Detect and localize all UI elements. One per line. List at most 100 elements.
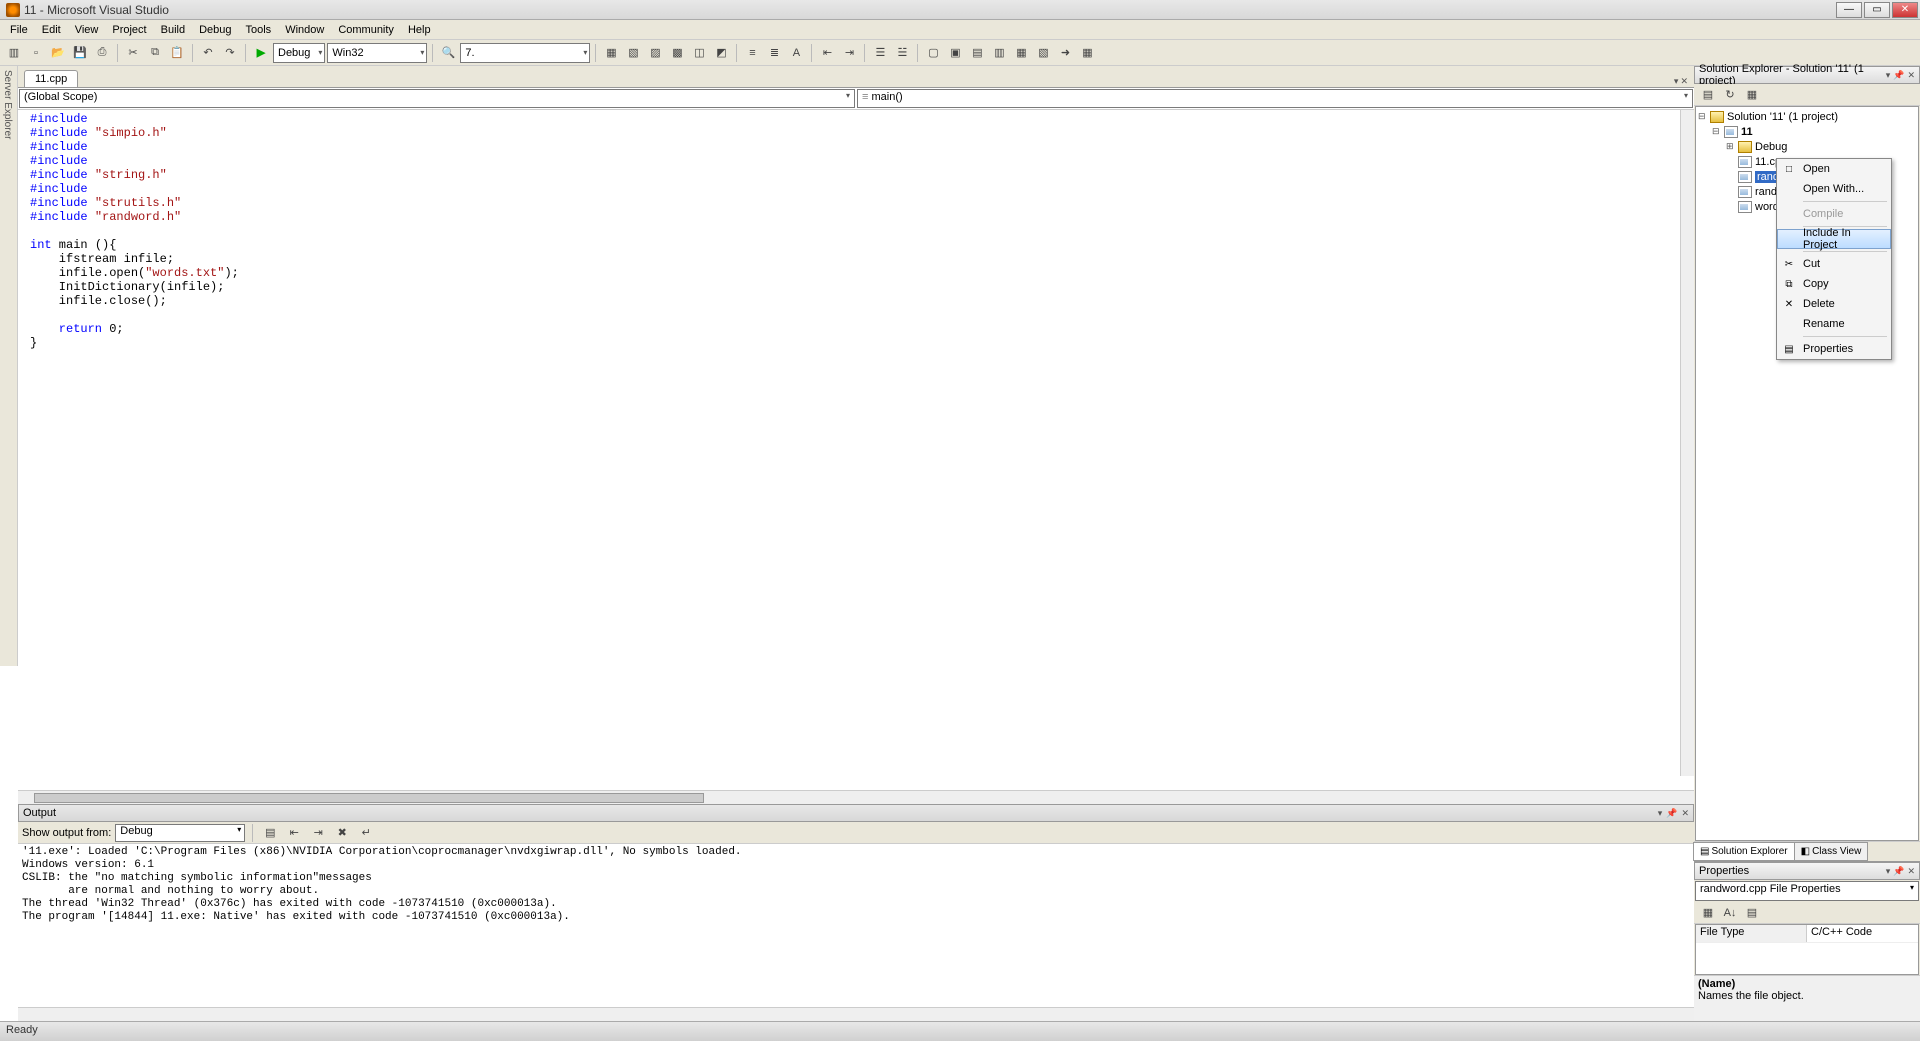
output-close-icon[interactable]: ✕ (1681, 808, 1689, 819)
menu-window[interactable]: Window (279, 22, 330, 38)
ctx-delete[interactable]: ✕Delete (1777, 294, 1891, 314)
indent-less-button[interactable]: ⇤ (817, 43, 837, 63)
tab-overflow[interactable]: ▾ (1674, 76, 1679, 87)
scope-left[interactable]: (Global Scope) (19, 89, 855, 108)
prop-categorized[interactable]: ▦ (1698, 903, 1718, 923)
output-tb-1[interactable]: ▤ (260, 823, 280, 843)
menu-project[interactable]: Project (106, 22, 152, 38)
tool-btn-c[interactable]: ▤ (967, 43, 987, 63)
platform-dropdown[interactable]: Win32 (327, 43, 427, 63)
vertical-scrollbar[interactable] (1680, 110, 1694, 776)
output-tb-3[interactable]: ⇥ (308, 823, 328, 843)
tool-btn-h[interactable]: ▦ (1077, 43, 1097, 63)
menu-tools[interactable]: Tools (240, 22, 278, 38)
prop-pin[interactable]: ▾ (1886, 866, 1891, 877)
find-icon[interactable]: 🔍 (438, 43, 458, 63)
uncomment-button[interactable]: ☱ (892, 43, 912, 63)
output-text[interactable]: '11.exe': Loaded 'C:\Program Files (x86)… (18, 844, 1694, 1007)
ctx-icon: ✕ (1781, 296, 1797, 312)
tool-btn-e[interactable]: ▦ (1011, 43, 1031, 63)
save-all-button[interactable]: ⎙ (92, 43, 112, 63)
tool-btn-9[interactable]: A (786, 43, 806, 63)
se-tb-3[interactable]: ▦ (1742, 85, 1762, 105)
properties-object-dropdown[interactable]: randword.cpp File Properties (1695, 881, 1919, 901)
project-node[interactable]: 11 (1741, 126, 1753, 138)
prop-pages[interactable]: ▤ (1742, 903, 1762, 923)
tool-btn-2[interactable]: ▧ (623, 43, 643, 63)
tool-btn-g[interactable]: ➜ (1055, 43, 1075, 63)
cut-button[interactable]: ✂ (123, 43, 143, 63)
ctx-open-with-[interactable]: Open With... (1777, 179, 1891, 199)
minimize-button[interactable]: — (1836, 2, 1862, 18)
cv-tab-icon: ◧ (1801, 846, 1810, 857)
menu-view[interactable]: View (69, 22, 105, 38)
property-val[interactable]: C/C++ Code (1807, 925, 1918, 942)
menu-community[interactable]: Community (332, 22, 400, 38)
property-row[interactable]: File Type C/C++ Code (1696, 925, 1918, 943)
prop-alpha[interactable]: A↓ (1720, 903, 1740, 923)
output-pin-icon[interactable]: ▾ (1658, 808, 1663, 819)
menu-help[interactable]: Help (402, 22, 437, 38)
se-tb-1[interactable]: ▤ (1698, 85, 1718, 105)
tool-btn-a[interactable]: ▢ (923, 43, 943, 63)
close-button[interactable]: ✕ (1892, 2, 1918, 18)
save-button[interactable]: 💾 (70, 43, 90, 63)
tool-btn-3[interactable]: ▨ (645, 43, 665, 63)
menu-file[interactable]: File (4, 22, 34, 38)
scope-right[interactable]: main() (857, 89, 1693, 108)
open-file-button[interactable]: 📂 (48, 43, 68, 63)
prop-autohide[interactable]: 📌 (1893, 866, 1904, 877)
redo-button[interactable]: ↷ (220, 43, 240, 63)
tool-btn-d[interactable]: ▥ (989, 43, 1009, 63)
tool-btn-6[interactable]: ◩ (711, 43, 731, 63)
prop-close[interactable]: ✕ (1907, 866, 1915, 877)
menu-build[interactable]: Build (155, 22, 191, 38)
solution-node[interactable]: Solution '11' (1 project) (1727, 111, 1838, 123)
comment-button[interactable]: ☰ (870, 43, 890, 63)
output-tb-5[interactable]: ↵ (356, 823, 376, 843)
ctx-copy[interactable]: ⧉Copy (1777, 274, 1891, 294)
se-pin[interactable]: ▾ (1886, 70, 1891, 81)
tool-btn-4[interactable]: ▩ (667, 43, 687, 63)
tab-close[interactable]: ✕ (1680, 76, 1688, 87)
output-tb-4[interactable]: ✖ (332, 823, 352, 843)
tool-btn-5[interactable]: ◫ (689, 43, 709, 63)
horizontal-scrollbar[interactable] (18, 790, 1694, 804)
tool-btn-f[interactable]: ▧ (1033, 43, 1053, 63)
server-explorer-tab[interactable]: Server Explorer (0, 66, 18, 666)
ctx-open[interactable]: □Open (1777, 159, 1891, 179)
output-autohide-icon[interactable]: 📌 (1666, 808, 1677, 819)
tab-solution-explorer[interactable]: ▤Solution Explorer (1693, 842, 1795, 861)
find-combo[interactable]: 7. (460, 43, 590, 63)
tab-11cpp[interactable]: 11.cpp (24, 70, 78, 87)
start-debug-button[interactable]: ▶ (251, 43, 271, 63)
maximize-button[interactable]: ▭ (1864, 2, 1890, 18)
tool-btn-8[interactable]: ≣ (764, 43, 784, 63)
paste-button[interactable]: 📋 (167, 43, 187, 63)
se-close[interactable]: ✕ (1907, 70, 1915, 81)
tab-class-view[interactable]: ◧Class View (1794, 842, 1869, 861)
new-project-button[interactable]: ▥ (4, 43, 24, 63)
ctx-properties[interactable]: ▤Properties (1777, 339, 1891, 359)
code-editor[interactable]: #include #include "simpio.h"#include #in… (18, 110, 1694, 790)
tool-btn-1[interactable]: ▦ (601, 43, 621, 63)
ctx-rename[interactable]: Rename (1777, 314, 1891, 334)
output-source-dropdown[interactable]: Debug (115, 824, 245, 842)
ctx-include-in-project[interactable]: Include In Project (1777, 229, 1891, 249)
copy-button[interactable]: ⧉ (145, 43, 165, 63)
tool-btn-7[interactable]: ≡ (742, 43, 762, 63)
menu-debug[interactable]: Debug (193, 22, 237, 38)
debug-folder[interactable]: Debug (1755, 141, 1787, 153)
config-dropdown[interactable]: Debug (273, 43, 325, 63)
se-autohide[interactable]: 📌 (1893, 70, 1904, 81)
se-tb-2[interactable]: ↻ (1720, 85, 1740, 105)
indent-more-button[interactable]: ⇥ (839, 43, 859, 63)
ctx-cut[interactable]: ✂Cut (1777, 254, 1891, 274)
undo-button[interactable]: ↶ (198, 43, 218, 63)
menu-edit[interactable]: Edit (36, 22, 67, 38)
properties-grid[interactable]: File Type C/C++ Code (1695, 924, 1919, 975)
tool-btn-b[interactable]: ▣ (945, 43, 965, 63)
output-tb-2[interactable]: ⇤ (284, 823, 304, 843)
new-file-button[interactable]: ▫ (26, 43, 46, 63)
output-hscroll[interactable] (18, 1007, 1694, 1021)
